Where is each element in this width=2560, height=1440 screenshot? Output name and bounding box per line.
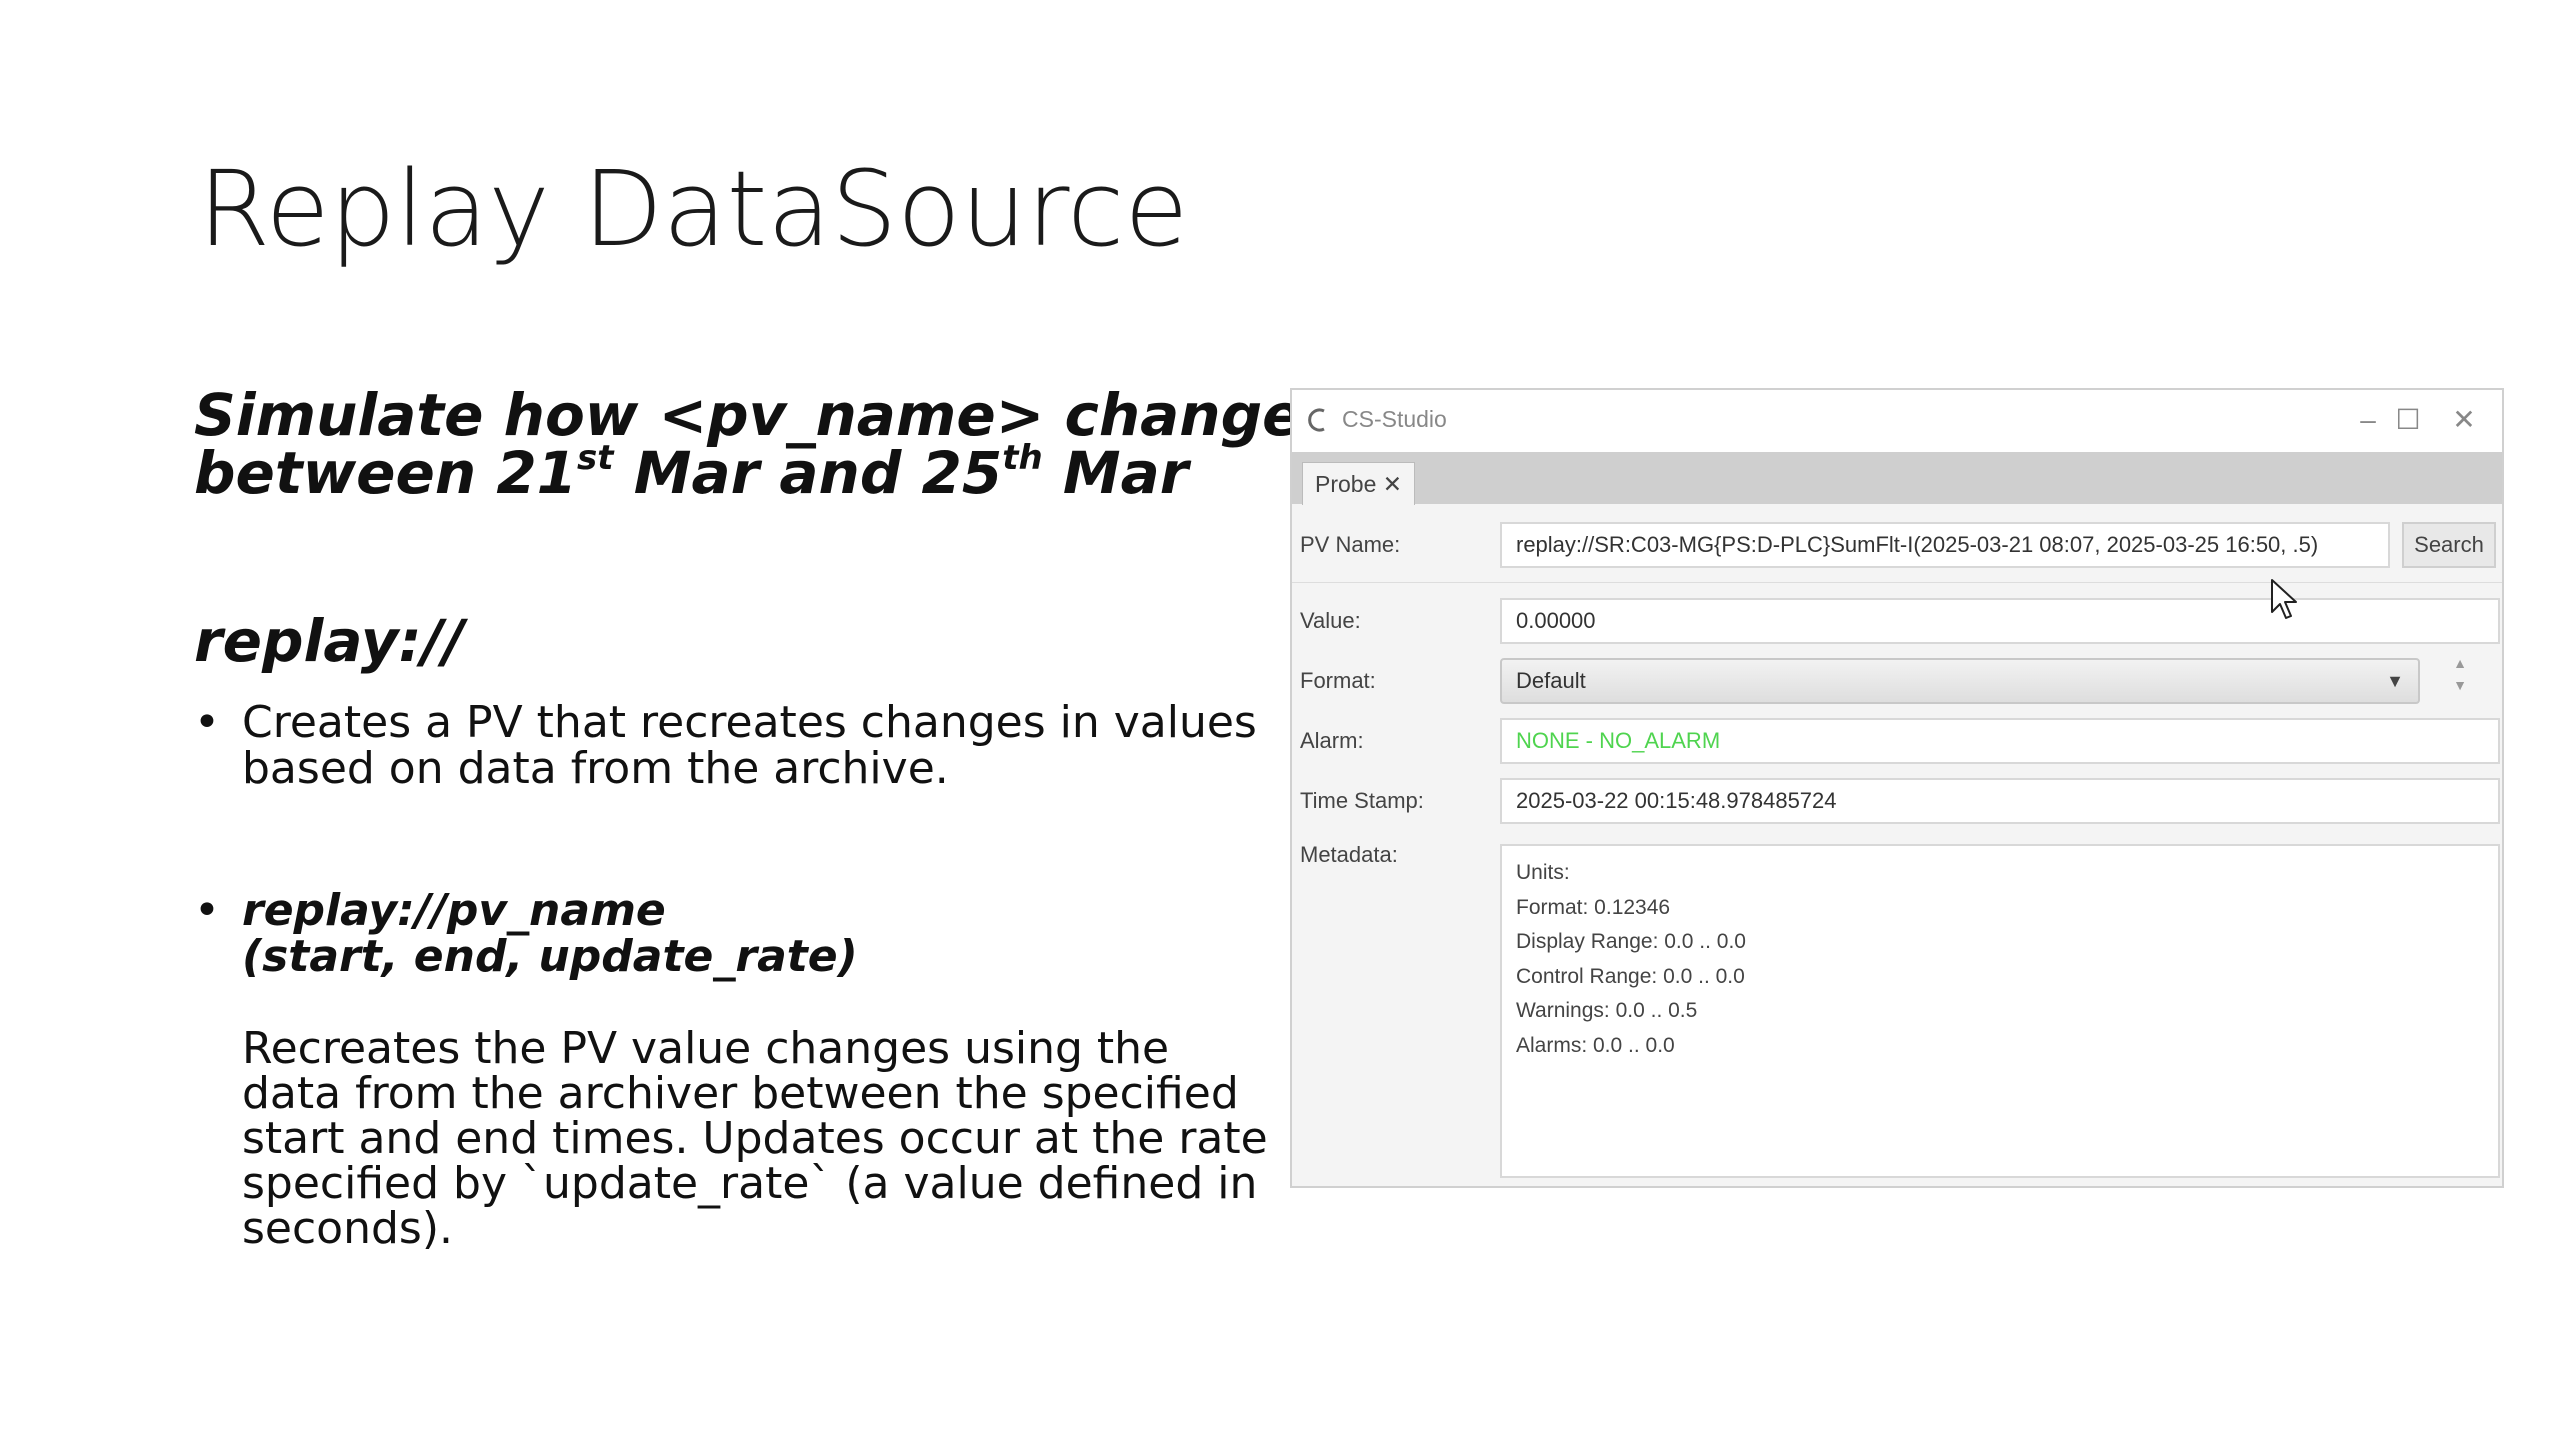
metadata-line: Control Range: 0.0 .. 0.0 (1516, 964, 1745, 988)
pv-name-label: PV Name: (1300, 532, 1401, 557)
format-label: Format: (1300, 668, 1376, 693)
heading-text: between 21 (194, 439, 578, 507)
spinner-up-icon[interactable]: ▲ (2440, 656, 2480, 670)
format-selected-value: Default (1516, 668, 1586, 693)
tab-probe[interactable]: Probe ✕ (1302, 462, 1416, 505)
metadata-line: Alarms: 0.0 .. 0.0 (1516, 1033, 1675, 1057)
mouse-pointer-icon (2270, 578, 2300, 622)
bullet-dot: • (194, 697, 220, 748)
window-titlebar[interactable]: CS-Studio – ☐ ✕ (1292, 390, 2502, 452)
metadata-line: Units: (1516, 861, 1570, 884)
divider (1292, 582, 2502, 583)
format-dropdown[interactable]: Default ▼ (1500, 658, 2420, 704)
metadata-line: Display Range: 0.0 .. 0.0 (1516, 930, 1746, 953)
alarm-label: Alarm: (1300, 728, 1364, 753)
metadata-label: Metadata: (1300, 842, 1398, 867)
metadata-line: Format: 0.12346 (1516, 895, 1671, 919)
close-icon[interactable]: ✕ (2434, 398, 2494, 442)
bullet-text: Creates a PV that recreates changes in v… (242, 700, 1302, 792)
bullet-line: replay://pv_name (242, 885, 666, 936)
slide-heading-simulate: Simulate how <pv_name> changed between 2… (194, 386, 1343, 502)
ordinal-suffix: th (1002, 438, 1043, 478)
timestamp-field: 2025-03-22 00:15:48.978485724 (1500, 778, 2500, 824)
bullet-line: (start, end, update_rate) (242, 931, 858, 982)
pv-name-input[interactable]: replay://SR:C03-MG{PS:D-PLC}SumFlt-I(202… (1500, 522, 2390, 568)
maximize-icon[interactable]: ☐ (2378, 398, 2438, 442)
alarm-field: NONE - NO_ALARM (1500, 718, 2500, 764)
heading-line-2: between 21st Mar and 25th Mar (194, 441, 1343, 502)
heading-line-1: Simulate how <pv_name> changed (194, 381, 1343, 449)
description-paragraph: Recreates the PV value changes using the… (242, 1026, 1302, 1251)
paragraph-line: Recreates the PV value changes using the (242, 1023, 1170, 1074)
cs-studio-window: CS-Studio – ☐ ✕ Probe ✕ PV Name: replay:… (1290, 388, 2504, 1188)
paragraph-line: specified by `update_rate` (a value defi… (242, 1158, 1258, 1209)
paragraph-line: start and end times. Updates occur at th… (242, 1113, 1268, 1164)
paragraph-line: data from the archiver between the speci… (242, 1068, 1239, 1119)
metadata-line: Warnings: 0.0 .. 0.5 (1516, 999, 1698, 1022)
bullet-line: Creates a PV that recreates changes in v… (242, 697, 1257, 748)
slide-title: Replay DataSource (198, 148, 1189, 270)
window-title: CS-Studio (1342, 406, 1447, 432)
slide: Replay DataSource Simulate how <pv_name>… (0, 0, 2560, 1440)
slide-heading-replay: replay:// (194, 607, 465, 675)
value-field: 0.00000 (1500, 598, 2500, 644)
heading-text: Mar and 25 (613, 439, 1003, 507)
spinner-down-icon[interactable]: ▼ (2440, 678, 2480, 692)
chevron-down-icon: ▼ (2386, 671, 2404, 691)
bullet-text: replay://pv_name (start, end, update_rat… (242, 888, 1302, 980)
tab-strip: Probe ✕ (1292, 452, 2502, 505)
bullet-line: based on data from the archive. (242, 743, 949, 794)
format-spinner[interactable]: ▲ ▼ (2440, 656, 2480, 706)
value-label: Value: (1300, 608, 1361, 633)
metadata-textarea[interactable]: Units: Format: 0.12346 Display Range: 0.… (1500, 844, 2500, 1178)
app-icon (1306, 406, 1328, 434)
timestamp-label: Time Stamp: (1300, 788, 1424, 813)
bullet-dot: • (194, 885, 220, 936)
paragraph-line: seconds). (242, 1203, 453, 1254)
search-button[interactable]: Search (2402, 522, 2496, 568)
ordinal-suffix: st (577, 438, 614, 478)
heading-text: Mar (1042, 439, 1189, 507)
